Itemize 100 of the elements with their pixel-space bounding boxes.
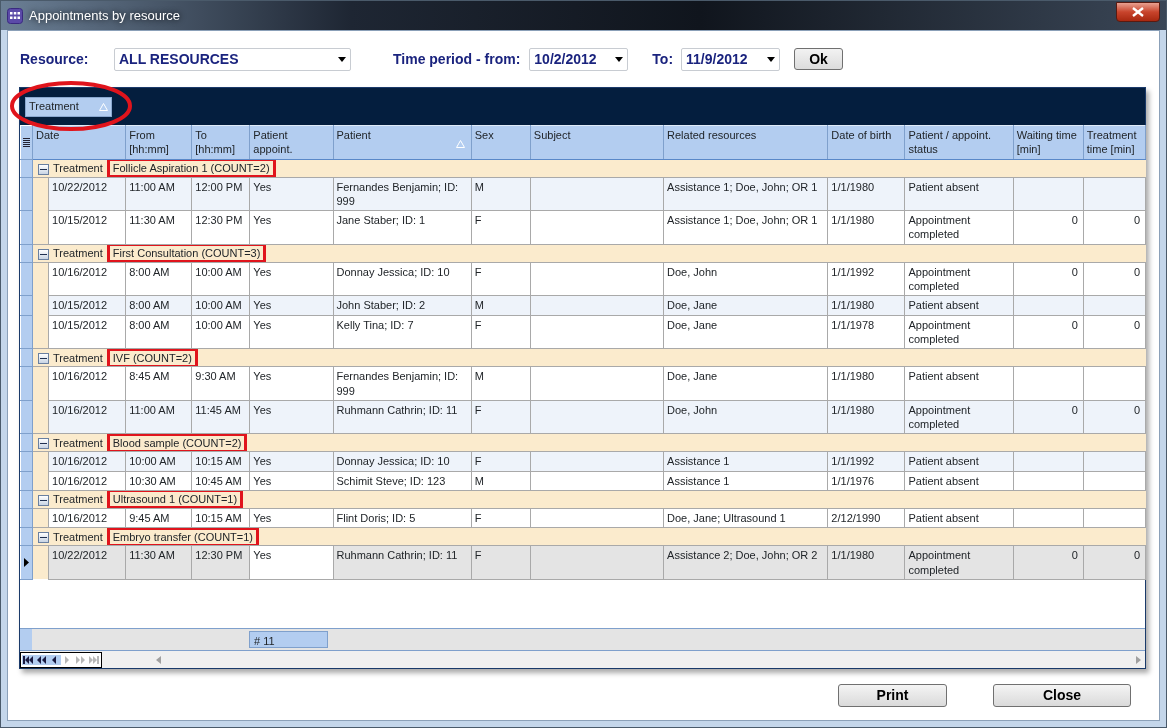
table-cell: Patient absent xyxy=(904,366,1014,401)
row-header[interactable] xyxy=(20,545,33,580)
table-row[interactable]: 10/16/2012 11:00 AM 11:45 AM Yes Ruhmann Cathrin; ID: 11 F Doe, John 1/1/1980 Appointment completed 0 0 xyxy=(20,400,1146,434)
group-field: Treatment xyxy=(53,351,103,364)
collapse-toggle[interactable] xyxy=(38,438,49,450)
table-cell: 8:45 AM xyxy=(125,366,192,401)
scroll-right-icon xyxy=(1136,655,1141,664)
group-field: Treatment xyxy=(53,493,103,506)
column-header[interactable]: Date of birth xyxy=(827,125,905,160)
table-cell: Yes xyxy=(249,471,333,491)
scroll-left-icon xyxy=(156,655,161,664)
table-cell: Yes xyxy=(249,545,333,580)
collapse-toggle[interactable] xyxy=(38,248,49,260)
window-title: Appointments by resource xyxy=(29,6,181,25)
table-cell: 1/1/1980 xyxy=(827,545,905,580)
table-cell: Doe, Jane xyxy=(663,366,828,401)
column-header[interactable]: Patient / appoint. status xyxy=(904,125,1014,160)
row-header xyxy=(20,629,32,650)
table-row[interactable]: 10/15/2012 8:00 AM 10:00 AM Yes John Staber; ID: 2 M Doe, Jane 1/1/1980 Patient absent xyxy=(20,295,1146,316)
table-cell: Assistance 1; Doe, John; OR 1 xyxy=(663,177,828,211)
dropdown-caret-icon xyxy=(615,56,624,62)
table-cell: Patient absent xyxy=(904,508,1014,528)
table-cell: 0 xyxy=(1083,315,1146,349)
table-cell: 2/12/1990 xyxy=(827,508,905,528)
table-cell: 12:30 PM xyxy=(191,210,250,245)
column-chooser-icon xyxy=(23,137,30,148)
column-header[interactable]: Waiting time [min] xyxy=(1013,125,1084,160)
table-cell: 10/22/2012 xyxy=(48,177,126,211)
column-header[interactable]: Patient appoint. xyxy=(249,125,333,160)
column-header[interactable]: Subject xyxy=(530,125,664,160)
column-header[interactable]: Treatment time [min] xyxy=(1083,125,1146,160)
close-button[interactable]: Close xyxy=(993,684,1131,707)
current-row-arrow-icon xyxy=(24,558,29,568)
collapse-toggle[interactable] xyxy=(38,163,49,175)
collapse-toggle[interactable] xyxy=(38,353,49,365)
date-dropdown[interactable]: 10/2/2012 xyxy=(529,47,629,71)
column-header[interactable]: From [hh:mm] xyxy=(125,125,192,160)
table-cell: 10:00 AM xyxy=(191,262,250,296)
table-cell: 0 xyxy=(1013,262,1084,296)
group-field: Treatment xyxy=(53,436,103,449)
table-row[interactable]: 10/16/2012 10:00 AM 10:15 AM Yes Donnay Jessica; ID: 10 F Assistance 1 1/1/1992 Patient absent xyxy=(20,451,1146,472)
group-field: Treatment xyxy=(53,161,103,174)
table-cell: Donnay Jessica; ID: 10 xyxy=(333,262,472,296)
table-row[interactable]: 10/16/2012 8:00 AM 10:00 AM Yes Donnay Jessica; ID: 10 F Doe, John 1/1/1992 Appointment completed 0 0 xyxy=(20,262,1146,296)
collapse-toggle[interactable] xyxy=(38,495,49,506)
table-row[interactable]: 10/22/2012 11:00 AM 12:00 PM Yes Fernandes Benjamin; ID: 999 M Assistance 1; Doe, John; OR 1 1/1/1980 Patient absent xyxy=(20,177,1146,211)
table-cell: F xyxy=(471,315,531,349)
sort-arrow-icon xyxy=(99,102,108,111)
group-field: Treatment xyxy=(53,247,103,260)
table-cell: 12:00 PM xyxy=(191,177,250,211)
table-cell: Fernandes Benjamin; ID: 999 xyxy=(333,177,472,211)
previous-page-icon[interactable] xyxy=(36,654,47,665)
group-by-chip[interactable]: Treatment xyxy=(25,96,112,117)
table-cell: 0 xyxy=(1013,315,1084,349)
table-cell: 1/1/1980 xyxy=(827,366,905,401)
table-cell: 0 xyxy=(1083,545,1146,580)
resource-dropdown[interactable]: ALL RESOURCES xyxy=(114,47,351,71)
column-header[interactable]: Related resources xyxy=(663,125,828,160)
table-row[interactable]: 10/15/2012 11:30 AM 12:30 PM Yes Jane Staber; ID: 1 F Assistance 1; Doe, John; OR 1 1/1/1980 Appointment completed 0 0 xyxy=(20,210,1146,245)
first-record-icon[interactable] xyxy=(23,654,34,665)
table-cell: Yes xyxy=(249,400,333,434)
field-label: Resource: xyxy=(20,49,90,69)
column-header[interactable]: Patient xyxy=(333,125,472,160)
table-cell: 0 xyxy=(1013,210,1084,245)
column-header[interactable]: Sex xyxy=(471,125,531,160)
table-row[interactable]: 10/22/2012 11:30 AM 12:30 PM Yes Ruhmann Cathrin; ID: 11 F Assistance 2; Doe, John; OR 2 1/1/1980 Appointment completed 0 0 xyxy=(20,545,1146,580)
table-cell: Yes xyxy=(249,315,333,349)
table-cell: Kelly Tina; ID: 7 xyxy=(333,315,472,349)
table-cell: M xyxy=(471,366,531,401)
dropdown-caret-icon xyxy=(338,56,346,62)
collapse-toggle[interactable] xyxy=(38,532,49,544)
date-dropdown[interactable]: 11/9/2012 xyxy=(681,47,781,71)
table-cell: 1/1/1978 xyxy=(827,315,905,349)
column-header[interactable]: To [hh:mm] xyxy=(191,125,250,160)
table-cell: 8:00 AM xyxy=(125,262,192,296)
table-cell: Assistance 1 xyxy=(663,471,828,491)
table-row[interactable]: 10/16/2012 10:30 AM 10:45 AM Yes Schimit Steve; ID: 123 M Assistance 1 1/1/1976 Patient absent xyxy=(20,471,1146,491)
group-label: IVF (COUNT=2) xyxy=(106,349,198,366)
table-cell: 1/1/1976 xyxy=(827,471,905,491)
field-label: Time period - from: xyxy=(393,49,521,69)
table-row[interactable]: 10/15/2012 8:00 AM 10:00 AM Yes Kelly Tina; ID: 7 F Doe, Jane 1/1/1978 Appointment completed 0 0 xyxy=(20,315,1146,349)
ok-button[interactable]: Ok xyxy=(794,48,844,70)
table-cell: Doe, John xyxy=(663,400,828,434)
table-row[interactable]: 10/16/2012 8:45 AM 9:30 AM Yes Fernandes Benjamin; ID: 999 M Doe, Jane 1/1/1980 Patient absent xyxy=(20,366,1146,401)
table-cell: 10/15/2012 xyxy=(48,295,126,316)
table-cell: 11:00 AM xyxy=(125,400,192,434)
table-row[interactable]: 10/16/2012 9:45 AM 10:15 AM Yes Flint Doris; ID: 5 F Doe, Jane; Ultrasound 1 2/12/1990 Patient absent xyxy=(20,508,1146,528)
table-cell: Flint Doris; ID: 5 xyxy=(333,508,472,528)
table-cell: 1/1/1992 xyxy=(827,262,905,296)
table-cell: Patient absent xyxy=(904,471,1014,491)
table-cell: F xyxy=(471,545,531,580)
table-cell: Ruhmann Cathrin; ID: 11 xyxy=(333,400,472,434)
group-label: Ultrasound 1 (COUNT=1) xyxy=(106,491,244,508)
minus-icon xyxy=(40,497,47,504)
table-cell: 0 xyxy=(1083,210,1146,245)
close-button[interactable] xyxy=(1116,1,1160,22)
table-cell: 10/15/2012 xyxy=(48,210,126,245)
print-button[interactable]: Print xyxy=(838,684,947,707)
table-cell: 12:30 PM xyxy=(191,545,250,580)
table-cell: Ruhmann Cathrin; ID: 11 xyxy=(333,545,472,580)
